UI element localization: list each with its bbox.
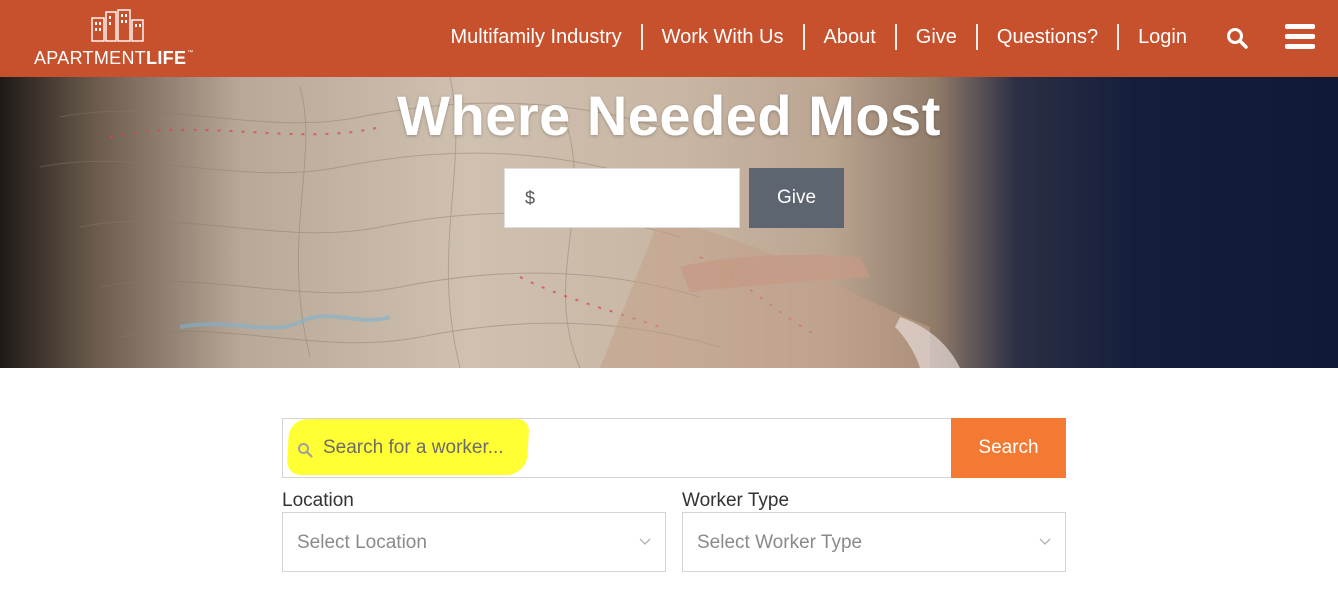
location-select-value: Select Location [297, 532, 427, 553]
main-nav: Multifamily Industry Work With Us About … [431, 24, 1206, 50]
worker-search-input[interactable]: Search for a worker... [282, 418, 952, 478]
location-select[interactable]: Select Location [282, 512, 666, 572]
hero-banner: Where Needed Most $ Give [0, 77, 1338, 368]
chevron-down-icon [639, 538, 651, 545]
chevron-down-icon [1039, 538, 1051, 545]
nav-login[interactable]: Login [1117, 24, 1206, 50]
give-button[interactable]: Give [749, 168, 844, 228]
buildings-logo-icon [91, 9, 144, 42]
hamburger-menu-icon[interactable] [1285, 24, 1315, 50]
worker-type-label: Worker Type [682, 490, 790, 511]
apartment-life-logo[interactable]: APARTMENTLIFE™ [32, 8, 202, 70]
worker-type-select-value: Select Worker Type [697, 532, 863, 553]
nav-questions[interactable]: Questions? [975, 24, 1117, 50]
logo-wordmark: APARTMENTLIFE™ [34, 48, 194, 68]
nav-give[interactable]: Give [894, 24, 976, 50]
search-button[interactable]: Search [951, 418, 1066, 478]
nav-about[interactable]: About [802, 24, 895, 50]
nav-work-with-us[interactable]: Work With Us [640, 24, 803, 50]
nav-multifamily-industry[interactable]: Multifamily Industry [431, 24, 640, 50]
donation-amount-input[interactable]: $ [504, 168, 740, 228]
hero-title: Where Needed Most [397, 84, 941, 147]
location-label: Location [282, 490, 354, 511]
currency-prefix: $ [525, 188, 536, 208]
search-placeholder: Search for a worker... [323, 437, 504, 458]
worker-type-select[interactable]: Select Worker Type [682, 512, 1066, 572]
search-icon [298, 443, 313, 458]
site-header: APARTMENTLIFE™ Multifamily Industry Work… [0, 0, 1338, 77]
search-icon[interactable] [1226, 27, 1248, 49]
